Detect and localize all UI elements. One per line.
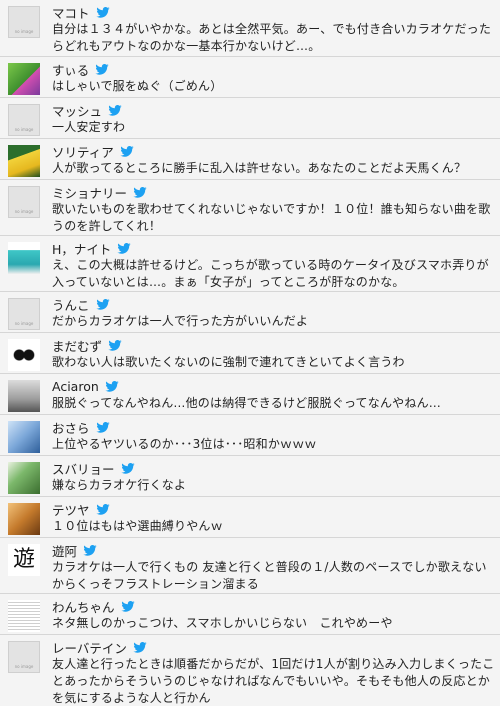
tweet-text: 上位やるヤツいるのか･･･3位は･･･昭和かｗｗｗ [52, 437, 317, 451]
twitter-bird-icon [117, 243, 132, 254]
tweet-text: 歌いたいものを歌わせてくれないじゃないですか！１０位！誰も知らない曲を歌うのを許… [52, 202, 491, 233]
tweet-row: テツヤ １０位はもはや選曲縛りやんｗ [0, 496, 500, 537]
username[interactable]: おさら [52, 418, 90, 437]
tweet-text: 歌わない人は歌いたくないのに強制で連れてきといてよく言うわ [52, 355, 405, 369]
tweet-row: おさら 上位やるヤツいるのか･･･3位は･･･昭和かｗｗｗ [0, 414, 500, 455]
avatar[interactable] [8, 600, 40, 632]
twitter-bird-icon [105, 381, 119, 392]
avatar[interactable] [8, 298, 40, 330]
tweet-text: ネタ無しのかっこつけ、スマホしかいじらない これやめーや [52, 616, 393, 630]
avatar[interactable] [8, 6, 40, 38]
tweet-row: すぃる はしゃいで服をぬぐ（ごめん） [0, 56, 500, 97]
twitter-bird-icon [108, 105, 122, 116]
username[interactable]: スバリョー [52, 459, 115, 478]
username[interactable]: わんちゃん [52, 597, 115, 616]
tweet-text: １０位はもはや選曲縛りやんｗ [52, 519, 223, 533]
tweet-row: まだむず 歌わない人は歌いたくないのに強制で連れてきといてよく言うわ [0, 332, 500, 373]
twitter-bird-icon [108, 340, 122, 351]
avatar[interactable] [8, 104, 40, 136]
tweet-text: だからカラオケは一人で行った方がいいんだよ [52, 314, 309, 328]
tweet-row: スバリョー 嫌ならカラオケ行くなよ [0, 455, 500, 496]
tweet-row: マコト 自分は１３４がいやかな。あとは全然平気。あー、でも付き合いカラオケだった… [0, 0, 500, 56]
twitter-bird-icon [95, 64, 109, 75]
username[interactable]: レーバテイン [52, 638, 127, 657]
tweet-list: マコト 自分は１３４がいやかな。あとは全然平気。あー、でも付き合いカラオケだった… [0, 0, 500, 706]
username[interactable]: テツヤ [52, 500, 90, 519]
avatar[interactable]: 遊 [8, 544, 40, 576]
tweet-text: カラオケは一人で行くもの 友達と行くと普段の１/人数のペースでしか歌えないからく… [52, 560, 487, 591]
avatar[interactable] [8, 462, 40, 494]
username[interactable]: H，ナイト [52, 239, 111, 258]
twitter-bird-icon [83, 545, 97, 556]
tweet-text: 友人達と行ったときは順番だからだが、1回だけ1人が割り込み入力しまくったことあっ… [52, 657, 495, 705]
tweet-row: わんちゃん ネタ無しのかっこつけ、スマホしかいじらない これやめーや [0, 593, 500, 634]
avatar[interactable] [8, 339, 40, 371]
tweet-text: 服脱ぐってなんやねん…他のは納得できるけど服脱ぐってなんやねん… [52, 396, 441, 410]
tweet-row: マッシュ 一人安定すわ [0, 97, 500, 138]
username[interactable]: マコト [52, 3, 90, 22]
tweet-text: え、この大概は許せるけど。こっちが歌っている時のケータイ及びスマホ弄りが入ってい… [52, 258, 489, 289]
twitter-bird-icon [95, 504, 110, 515]
avatar[interactable] [8, 503, 40, 535]
tweet-row: レーバテイン 友人達と行ったときは順番だからだが、1回だけ1人が割り込み入力しま… [0, 634, 500, 706]
twitter-bird-icon [95, 7, 110, 18]
username[interactable]: すぃる [52, 60, 89, 79]
username[interactable]: マッシュ [52, 101, 102, 120]
tweet-row: Aciaron 服脱ぐってなんやねん…他のは納得できるけど服脱ぐってなんやねん… [0, 373, 500, 414]
avatar[interactable] [8, 186, 40, 218]
username[interactable]: ミショナリー [52, 183, 127, 202]
tweet-text: 人が歌ってるところに勝手に乱入は許せない。あなたのことだよ天馬くん？ [52, 161, 467, 175]
tweet-row: 遊 遊阿 カラオケは一人で行くもの 友達と行くと普段の１/人数のペースでしか歌え… [0, 537, 500, 593]
tweet-row: H，ナイト え、この大概は許せるけど。こっちが歌っている時のケータイ及びスマホ弄… [0, 235, 500, 291]
tweet-row: ミショナリー 歌いたいものを歌わせてくれないじゃないですか！１０位！誰も知らない… [0, 179, 500, 235]
twitter-bird-icon [133, 187, 147, 198]
avatar[interactable] [8, 380, 40, 412]
username[interactable]: うんこ [52, 295, 90, 314]
tweet-row: ソリティア 人が歌ってるところに勝手に乱入は許せない。あなたのことだよ天馬くん？ [0, 138, 500, 179]
twitter-bird-icon [133, 642, 147, 653]
username[interactable]: ソリティア [52, 142, 114, 161]
tweet-text: 嫌ならカラオケ行くなよ [52, 478, 187, 492]
tweet-text: はしゃいで服をぬぐ（ごめん） [52, 79, 223, 93]
username[interactable]: 遊阿 [52, 541, 77, 560]
username[interactable]: Aciaron [52, 379, 99, 394]
tweet-text: 一人安定すわ [52, 120, 126, 134]
avatar[interactable] [8, 63, 40, 95]
username[interactable]: まだむず [52, 336, 102, 355]
twitter-bird-icon [95, 299, 110, 310]
twitter-bird-icon [120, 463, 135, 474]
tweet-row: うんこ だからカラオケは一人で行った方がいいんだよ [0, 291, 500, 332]
avatar[interactable] [8, 421, 40, 453]
twitter-bird-icon [120, 601, 135, 612]
tweet-text: 自分は１３４がいやかな。あとは全然平気。あー、でも付き合いカラオケだったらどれも… [52, 22, 492, 53]
avatar[interactable] [8, 145, 40, 177]
avatar[interactable] [8, 641, 40, 673]
avatar[interactable] [8, 242, 40, 274]
twitter-bird-icon [120, 146, 134, 157]
twitter-bird-icon [95, 422, 110, 433]
